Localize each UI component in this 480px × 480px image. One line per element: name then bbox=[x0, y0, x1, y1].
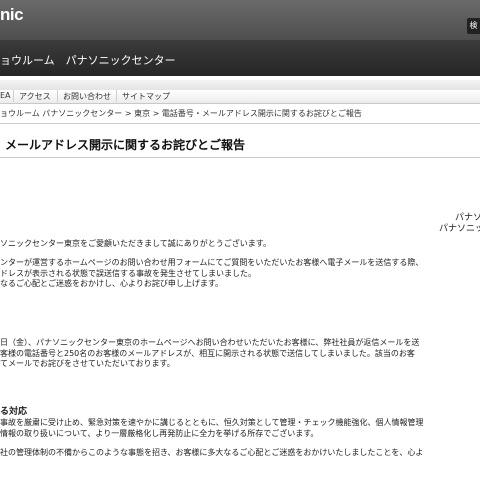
text-line: 情報の取り扱いについて、より一層厳格化し再発防止に全力を挙げる所存でございます。 bbox=[0, 428, 319, 438]
issuer-name-line2: パナソニッ bbox=[439, 224, 480, 234]
text-line: 事故を厳粛に受け止め、緊急対策を速やかに講じるとともに、恒久対策として管理・チェ… bbox=[0, 418, 424, 427]
search-button[interactable]: 検 bbox=[467, 18, 480, 34]
section-heading: る対応 bbox=[0, 407, 28, 417]
text-line: てメールでお詫びをさせていただいております。 bbox=[0, 359, 175, 368]
text-line: 日（金）、パナソニックセンター東京のホームページへお問い合わせいただいたお客様に… bbox=[0, 338, 420, 347]
body-paragraph-3: 事故を厳粛に受け止め、緊急対策を速やかに講じるとともに、恒久対策として管理・チェ… bbox=[0, 418, 424, 439]
breadcrumb-separator: > bbox=[122, 109, 135, 118]
text-line: ンターが運営するホームページのお問い合わせ用フォームにてご質問をいただいたお客様… bbox=[0, 258, 424, 267]
breadcrumb-link-showroom[interactable]: ョウルーム パナソニックセンター bbox=[0, 109, 122, 118]
nav-item-sitemap[interactable]: サイトマップ bbox=[122, 91, 170, 102]
breadcrumb-divider bbox=[0, 123, 480, 124]
panasonic-logo[interactable]: nic bbox=[0, 5, 24, 25]
page-title: メールアドレス開示に関するお詫びとご報告 bbox=[5, 138, 246, 152]
nav-divider bbox=[13, 90, 14, 102]
nav-item-access[interactable]: アクセス bbox=[19, 91, 51, 102]
breadcrumb: ョウルーム パナソニックセンター > 東京 > 電話番号・メールアドレス開示に関… bbox=[0, 108, 362, 119]
site-title[interactable]: ョウルーム パナソニックセンター bbox=[0, 52, 176, 68]
greeting-text: ソニックセンター東京をご愛顧いただきまして誠にありがとうございます。 bbox=[0, 239, 271, 248]
body-paragraph-1: ンターが運営するホームページのお問い合わせ用フォームにてご質問をいただいたお客様… bbox=[0, 258, 423, 290]
text-line: ドレスが表示される状態で誤送信する事故を発生させてしまいました。 bbox=[0, 268, 256, 278]
text-line: 客様の電話番号と250名のお客様のメールアドレスが、相互に開示される状態で送信し… bbox=[0, 348, 415, 358]
nav-top-strip bbox=[0, 80, 480, 90]
closing-paragraph: 社の管理体制の不備からこのような事態を招き、お客様に多大なるご心配とご迷惑をおか… bbox=[0, 448, 424, 457]
breadcrumb-current: 電話番号・メールアドレス開示に関するお詫びとご報告 bbox=[161, 109, 362, 118]
breadcrumb-link-tokyo[interactable]: 東京 bbox=[134, 109, 150, 118]
top-header-bar: nic bbox=[0, 0, 480, 40]
nav-divider bbox=[57, 90, 58, 102]
breadcrumb-separator: > bbox=[150, 109, 162, 118]
title-divider bbox=[0, 157, 480, 158]
nav-item-area[interactable]: EA bbox=[0, 91, 11, 100]
body-paragraph-2: 日（金）、パナソニックセンター東京のホームページへお問い合わせいただいたお客様に… bbox=[0, 338, 419, 370]
text-line: なるご心配とご迷惑をおかけし、心よりお詫び申し上げます。 bbox=[0, 279, 224, 288]
nav-item-contact[interactable]: お問い合わせ bbox=[63, 91, 111, 102]
nav-divider bbox=[116, 90, 117, 102]
